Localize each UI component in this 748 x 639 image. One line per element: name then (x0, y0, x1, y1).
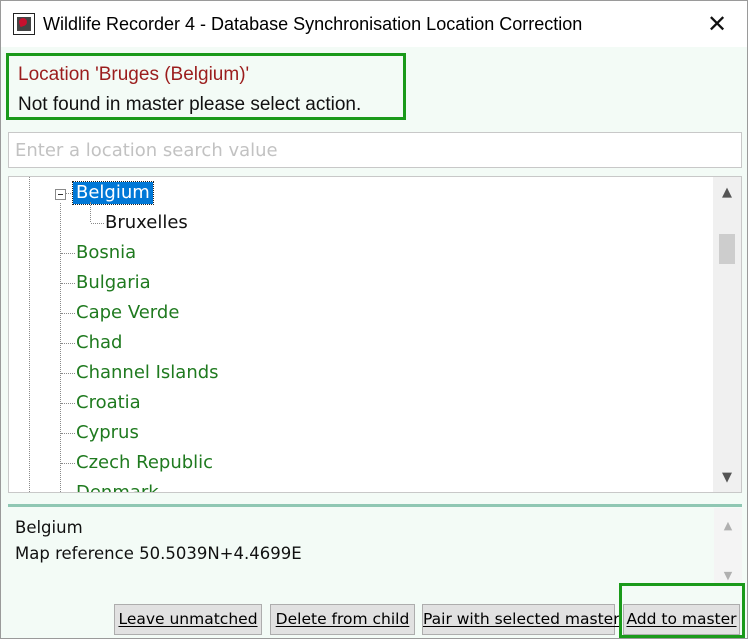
detail-location-name: Belgium (15, 518, 83, 537)
location-search-input[interactable] (8, 132, 742, 168)
tree-item-channel-islands[interactable]: Channel Islands (9, 359, 709, 389)
delete-from-child-button[interactable]: Delete from child (270, 604, 415, 635)
tree-item-cape-verde[interactable]: Cape Verde (9, 299, 709, 329)
location-details: Belgium Map reference 50.5039N+4.4699E ▲… (8, 508, 742, 586)
tree-item-label: Croatia (76, 392, 141, 413)
tree-item-label: Cyprus (76, 422, 139, 443)
dialog-window: Wildlife Recorder 4 - Database Synchroni… (0, 0, 748, 639)
location-message: Location 'Bruges (Belgium)' (18, 64, 250, 85)
tree-item-croatia[interactable]: Croatia (9, 389, 709, 419)
tree-item-czech-republic[interactable]: Czech Republic (9, 449, 709, 479)
scroll-up-icon[interactable]: ▲ (714, 516, 742, 536)
message-box: Location 'Bruges (Belgium)' Not found in… (6, 53, 406, 120)
panel-splitter[interactable] (8, 504, 742, 507)
leave-unmatched-button[interactable]: Leave unmatched (114, 604, 262, 635)
details-scrollbar[interactable]: ▲ ▼ (714, 508, 742, 586)
window-title: Wildlife Recorder 4 - Database Synchroni… (43, 14, 583, 34)
title-bar: Wildlife Recorder 4 - Database Synchroni… (1, 1, 747, 47)
scroll-up-icon[interactable]: ▲ (713, 179, 741, 207)
tree-item-label: Denmark (76, 482, 159, 493)
tree-item-label: Bosnia (76, 242, 137, 263)
close-icon[interactable]: ✕ (695, 7, 739, 41)
scrollbar-thumb[interactable] (719, 234, 735, 264)
detail-map-reference: Map reference 50.5039N+4.4699E (15, 544, 302, 563)
collapse-toggle-icon[interactable] (55, 189, 66, 200)
tree-item-label: Belgium (72, 181, 154, 205)
tree-item-belgium[interactable]: Belgium (9, 179, 709, 209)
tree-item-label: Bruxelles (105, 212, 188, 233)
tree-item-label: Cape Verde (76, 302, 180, 323)
tree-item-chad[interactable]: Chad (9, 329, 709, 359)
tree-item-label: Channel Islands (76, 362, 219, 383)
add-to-master-button[interactable]: Add to master (623, 604, 740, 635)
tree-item-bruxelles[interactable]: Bruxelles (9, 209, 709, 239)
app-logo-icon (13, 13, 35, 35)
tree-scrollbar[interactable]: ▲ ▼ (713, 177, 741, 492)
location-tree[interactable]: Belgium Bruxelles Bosnia Bulgaria Cape V… (8, 176, 742, 493)
tree-item-label: Bulgaria (76, 272, 151, 293)
tree-item-label: Chad (76, 332, 123, 353)
tree-item-denmark[interactable]: Denmark (9, 479, 709, 493)
tree-item-cyprus[interactable]: Cyprus (9, 419, 709, 449)
tree-item-bosnia[interactable]: Bosnia (9, 239, 709, 269)
tree-item-label: Czech Republic (76, 452, 214, 473)
instruction-message: Not found in master please select action… (18, 94, 362, 115)
pair-with-master-button[interactable]: Pair with selected master (422, 604, 620, 635)
tree-item-bulgaria[interactable]: Bulgaria (9, 269, 709, 299)
scroll-down-icon[interactable]: ▼ (713, 464, 741, 492)
